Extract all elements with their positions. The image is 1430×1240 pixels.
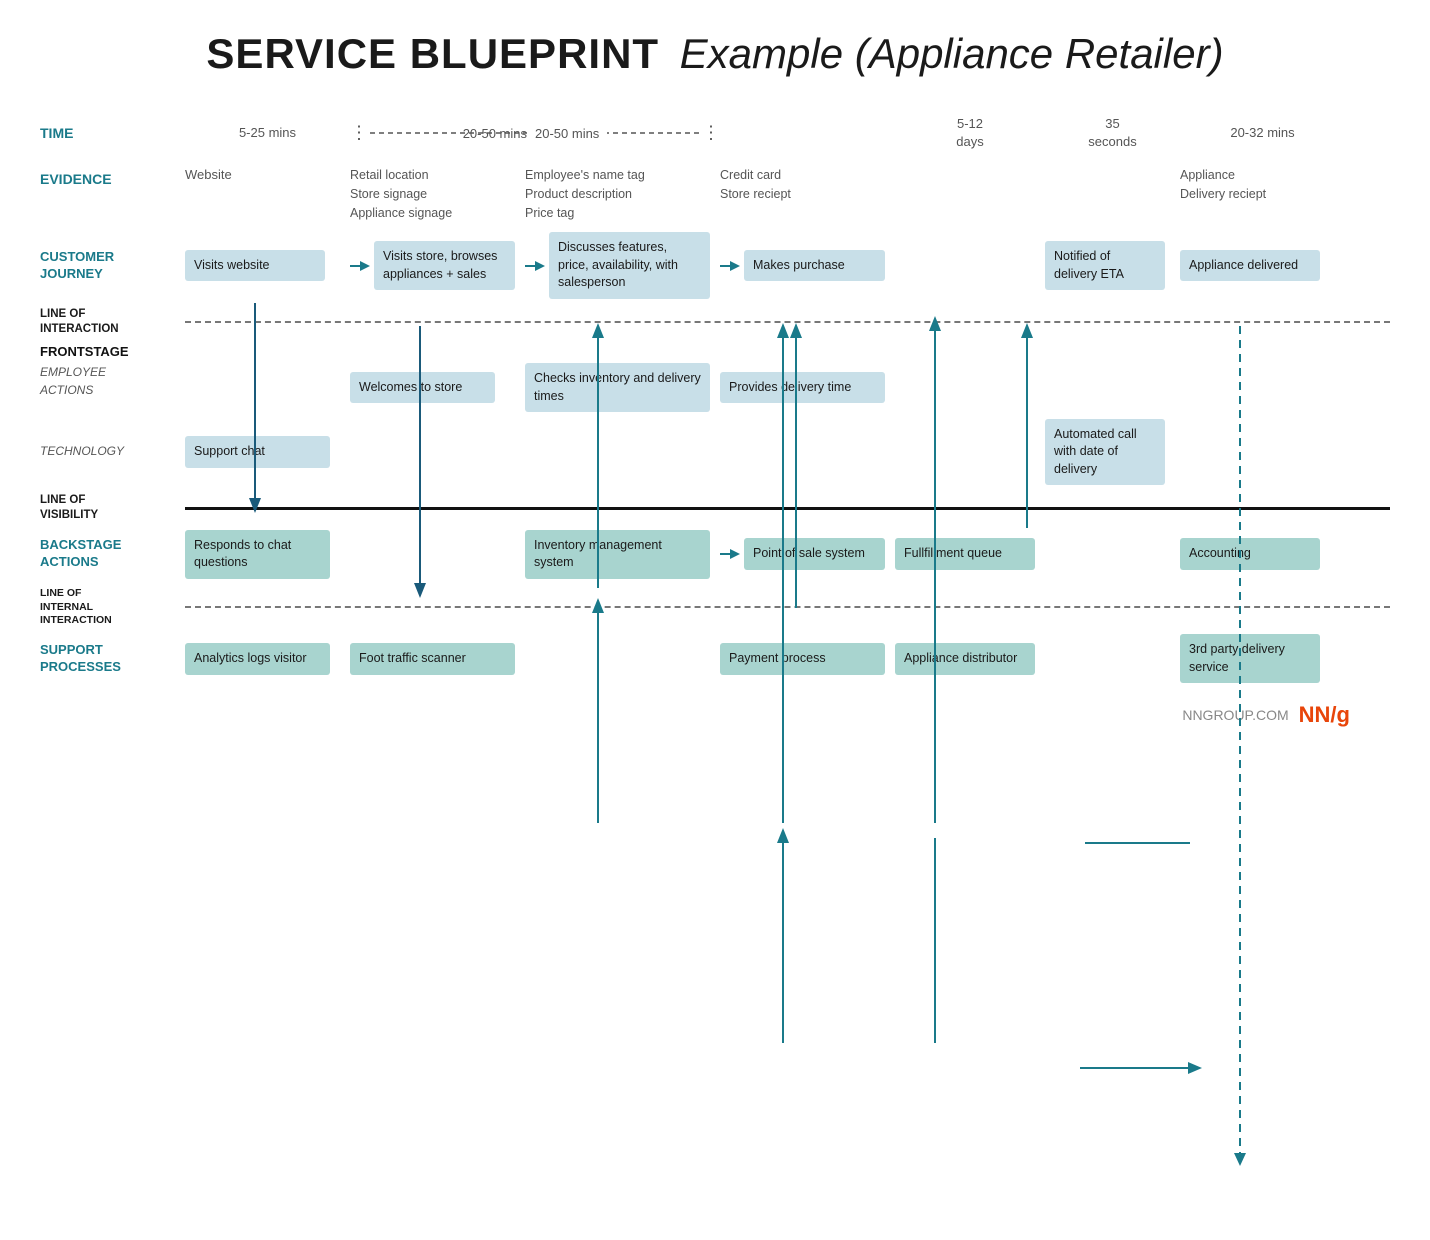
footer-logo-nn: NN	[1299, 702, 1331, 727]
cj-card-7: Appliance delivered	[1180, 250, 1320, 282]
ea-card-3: Checks inventory and delivery times	[525, 363, 710, 412]
time-col6: 35seconds	[1088, 116, 1136, 149]
footer-logo-g: g	[1337, 702, 1350, 727]
time-col1: 5-25 mins	[239, 125, 296, 140]
ea-card-2: Welcomes to store	[350, 372, 495, 404]
cj-card-3: Discusses features, price, availability,…	[549, 232, 710, 299]
evidence-col2: Retail locationStore signageAppliance si…	[350, 168, 452, 220]
title-italic: Example (Appliance Retailer)	[680, 30, 1224, 77]
line-of-visibility: LINE OFVISIBILITY	[40, 493, 1390, 523]
ba-card-7: Accounting	[1180, 538, 1320, 570]
cj-card-6: Notified of delivery ETA	[1045, 241, 1165, 290]
ba-card-5: Fullfillment queue	[895, 538, 1035, 570]
sp-card-1: Analytics logs visitor	[185, 643, 330, 675]
footer: NNGROUP.COM NN/g	[40, 692, 1390, 738]
ea-card-4: Provides delivery time	[720, 372, 885, 404]
tech-card-6: Automated call with date of delivery	[1045, 419, 1165, 486]
sp-card-7: 3rd party delivery service	[1180, 634, 1320, 683]
blueprint-area: TIME 5-25 mins ⋮ 20-50 mins ⋮ 20-50 mins	[40, 108, 1390, 684]
time-col5: 5-12days	[956, 116, 983, 149]
line-of-internal-interaction: LINE OFINTERNALINTERACTION	[40, 587, 1390, 628]
line-interaction-label: LINE OFINTERACTION	[40, 307, 185, 337]
support-processes-label: SUPPORTPROCESSES	[40, 642, 121, 676]
cj-arrow-2	[525, 256, 545, 276]
time-range23: 20-50 mins	[527, 126, 607, 141]
ba-card-1: Responds to chat questions	[185, 530, 330, 579]
footer-website: NNGROUP.COM	[1182, 707, 1288, 723]
cj-card-4: Makes purchase	[744, 250, 885, 282]
line-internal-label: LINE OFINTERNALINTERACTION	[40, 587, 185, 628]
time-col7: 20-32 mins	[1230, 125, 1294, 140]
ba-arrow	[720, 544, 740, 564]
sp-card-5: Appliance distributor	[895, 643, 1035, 675]
cj-arrow-1	[350, 256, 370, 276]
evidence-col4: Credit cardStore reciept	[720, 168, 791, 201]
cj-arrow-3	[720, 256, 740, 276]
support-processes-row: SUPPORTPROCESSES Analytics logs visitor …	[40, 634, 1390, 684]
technology-row: TECHNOLOGY Support chat Automated call w…	[40, 419, 1390, 486]
title-area: SERVICE BLUEPRINT Example (Appliance Ret…	[40, 30, 1390, 78]
sp-card-4: Payment process	[720, 643, 885, 675]
employee-actions-row: EMPLOYEEACTIONS Welcomes to store Checks…	[40, 363, 1390, 413]
solid-line-visibility	[185, 507, 1390, 510]
cj-card-2: Visits store, browses appliances + sales	[374, 241, 515, 290]
line-of-interaction: LINE OFINTERACTION	[40, 307, 1390, 337]
evidence-col1: Website	[185, 167, 232, 182]
ba-card-4: Point of sale system	[744, 538, 885, 570]
evidence-row: EVIDENCE Website Retail locationStore si…	[40, 162, 1390, 222]
main-container: SERVICE BLUEPRINT Example (Appliance Ret…	[0, 0, 1430, 778]
line-visibility-label: LINE OFVISIBILITY	[40, 493, 185, 523]
evidence-col3: Employee's name tagProduct descriptionPr…	[525, 168, 645, 220]
sp-card-2: Foot traffic scanner	[350, 643, 515, 675]
time-row: TIME 5-25 mins ⋮ 20-50 mins ⋮ 20-50 mins	[40, 108, 1390, 158]
evidence-col7: ApplianceDelivery reciept	[1180, 168, 1266, 201]
frontstage-section: FRONTSTAGE EMPLOYEEACTIONS Welcomes to s…	[40, 343, 1390, 413]
dashed-line-internal	[185, 606, 1390, 608]
dashed-line-interaction	[185, 321, 1390, 323]
customer-journey-row: CUSTOMERJOURNEY Visits website Visits st…	[40, 232, 1390, 299]
employee-actions-label: EMPLOYEEACTIONS	[40, 365, 106, 397]
backstage-label: BACKSTAGEACTIONS	[40, 537, 121, 571]
evidence-label: EVIDENCE	[40, 171, 112, 187]
time-label: TIME	[40, 125, 73, 141]
ba-card-3: Inventory management system	[525, 530, 710, 579]
cj-card-1: Visits website	[185, 250, 325, 282]
backstage-row: BACKSTAGEACTIONS Responds to chat questi…	[40, 529, 1390, 579]
frontstage-label: FRONTSTAGE	[40, 344, 129, 359]
title-bold: SERVICE BLUEPRINT	[206, 30, 659, 77]
tech-card-1: Support chat	[185, 436, 330, 468]
technology-label: TECHNOLOGY	[40, 444, 124, 460]
footer-logo: NN/g	[1299, 702, 1350, 728]
customer-journey-label: CUSTOMERJOURNEY	[40, 249, 114, 283]
